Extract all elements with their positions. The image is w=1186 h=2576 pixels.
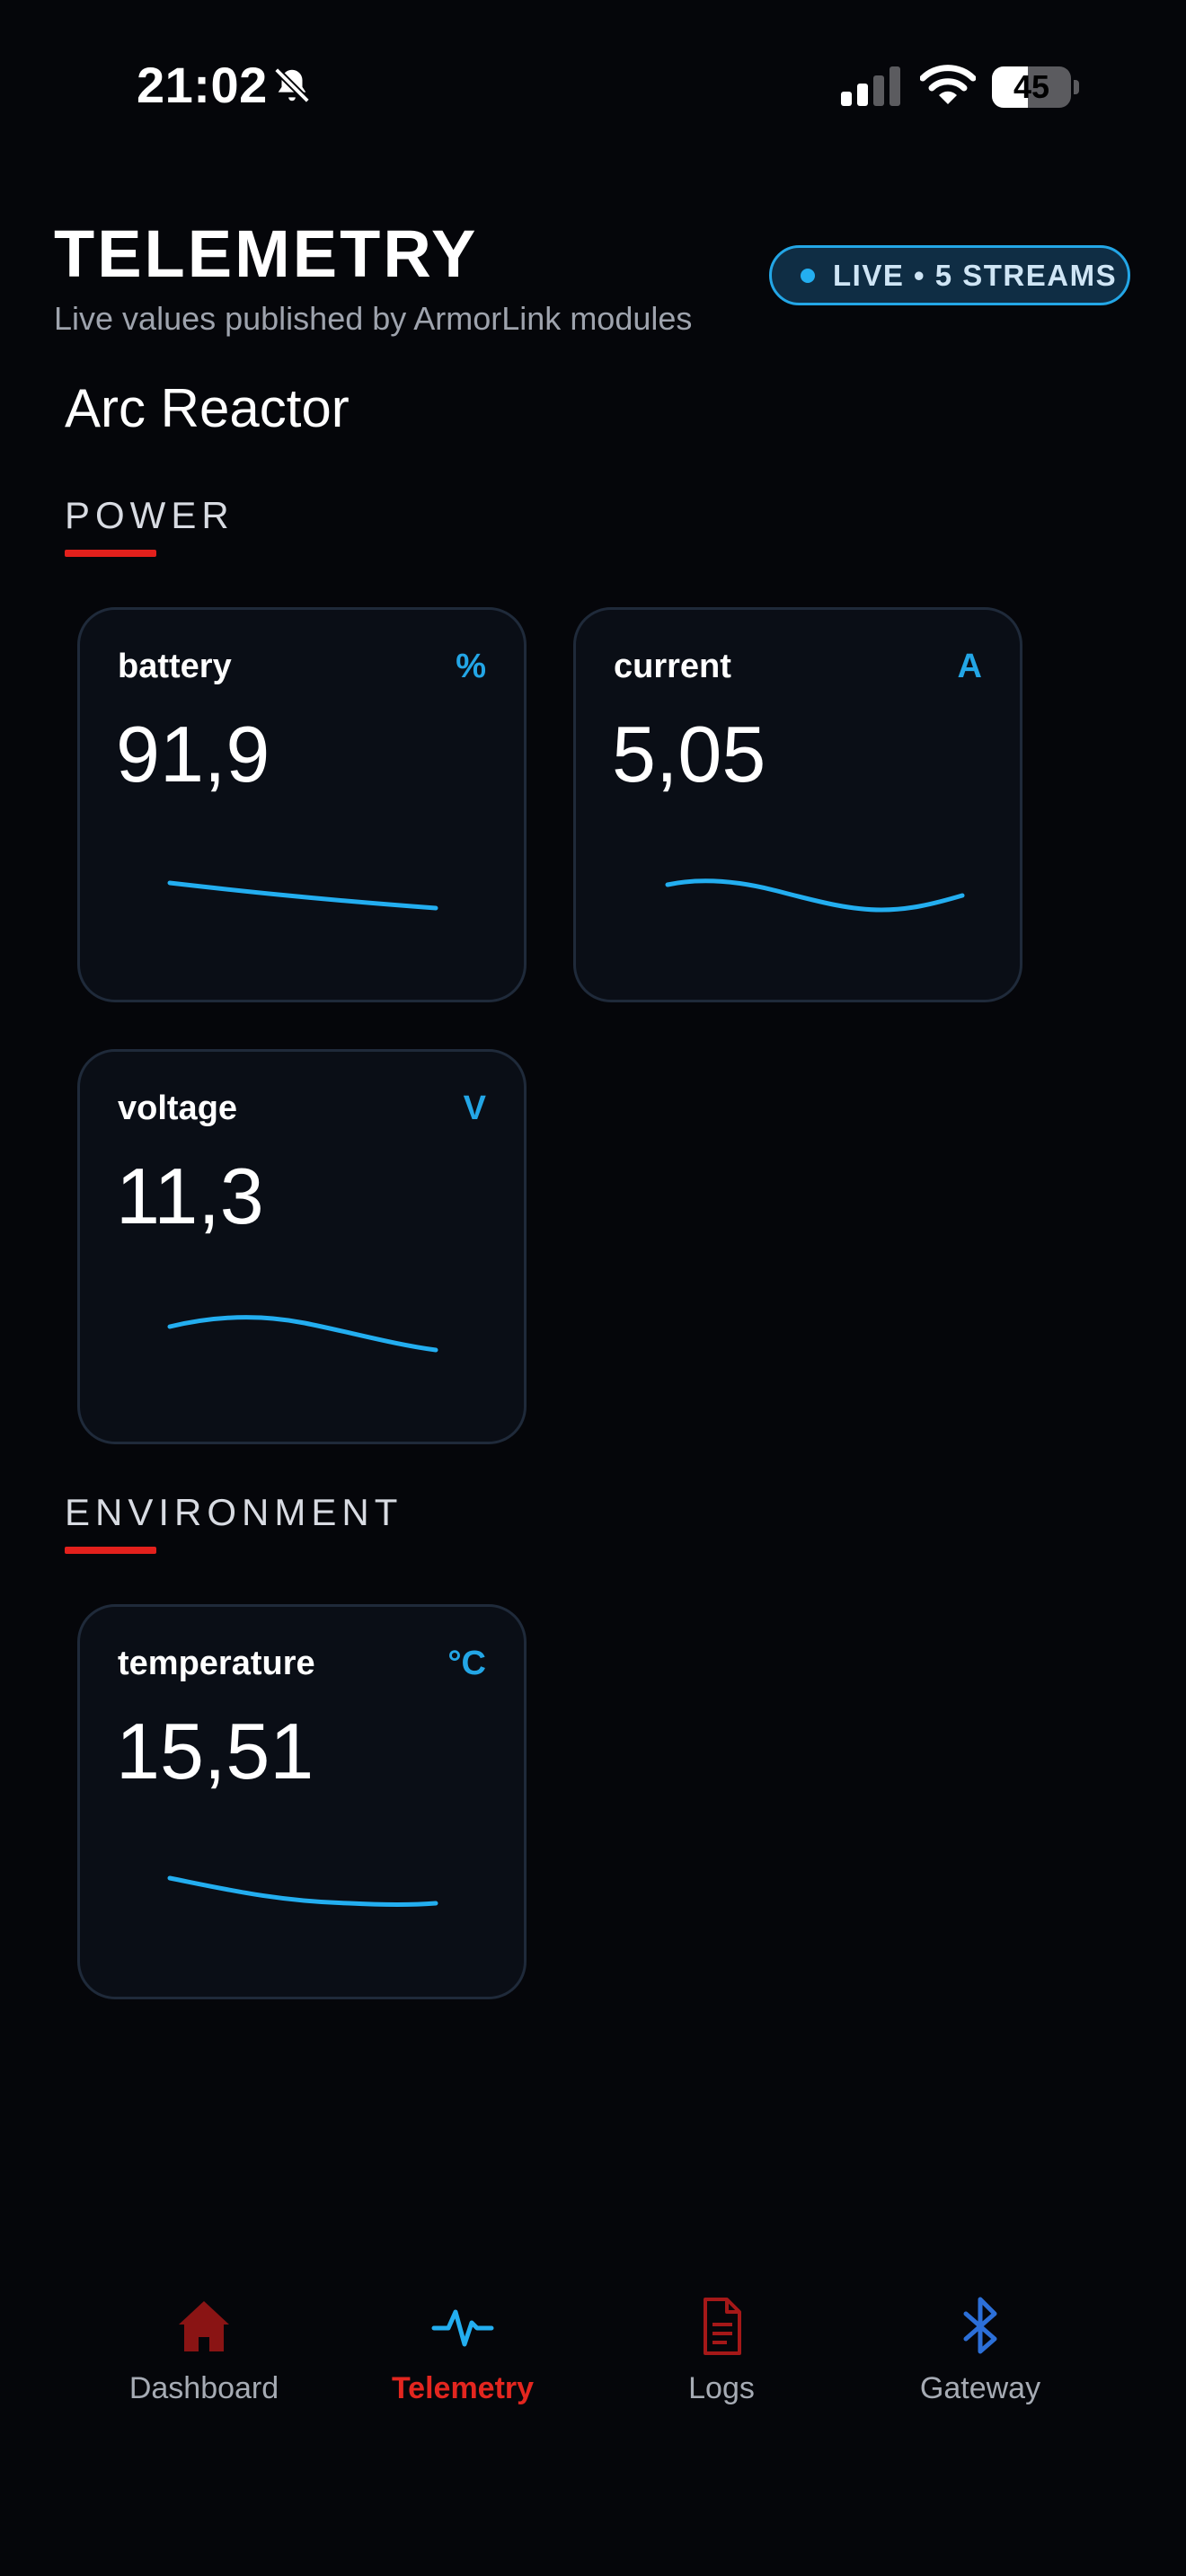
live-streams-badge[interactable]: LIVE • 5 STREAMS — [769, 245, 1130, 305]
tab-telemetry[interactable]: Telemetry — [355, 2281, 571, 2425]
section-underline-environment — [65, 1547, 156, 1554]
metric-name: battery — [118, 648, 232, 685]
live-dot-icon — [801, 268, 815, 283]
metric-unit: V — [463, 1090, 486, 1127]
section-label-power: POWER — [65, 494, 235, 536]
sparkline-line — [665, 878, 965, 913]
metric-name: temperature — [118, 1645, 315, 1682]
metric-unit: % — [456, 648, 486, 685]
battery-level: 45 — [1013, 68, 1050, 105]
metric-card-voltage[interactable]: voltage V 11,3 — [77, 1049, 527, 1444]
sparkline-chart — [167, 1315, 438, 1353]
live-badge-text: LIVE • 5 STREAMS — [833, 258, 1118, 292]
metric-name: voltage — [118, 1090, 238, 1127]
battery-body: 45 — [992, 66, 1071, 108]
tab-gateway[interactable]: Gateway — [872, 2281, 1088, 2425]
tab-label: Gateway — [919, 2371, 1041, 2405]
section-label-environment: ENVIRONMENT — [65, 1491, 403, 1533]
metric-card-temperature[interactable]: temperature °C 15,51 — [77, 1604, 527, 1999]
battery-nub — [1074, 80, 1079, 94]
pulse-icon — [431, 2309, 494, 2347]
sparkline-chart — [665, 878, 965, 913]
tab-label: Telemetry — [391, 2371, 535, 2405]
tab-logs[interactable]: Logs — [614, 2281, 829, 2425]
metric-unit: A — [957, 648, 982, 685]
bluetooth-icon — [963, 2297, 997, 2354]
metric-card-current[interactable]: current A 5,05 — [573, 607, 1022, 1002]
page-title: TELEMETRY — [54, 216, 479, 291]
document-icon — [704, 2298, 741, 2355]
tab-label: Logs — [688, 2371, 755, 2405]
sparkline-line — [167, 880, 438, 911]
battery-indicator: 45 — [992, 66, 1079, 108]
sparkline-line — [167, 1315, 438, 1353]
sparkline-line — [167, 1875, 438, 1907]
metric-value: 11,3 — [116, 1151, 264, 1240]
status-time: 21:02 — [137, 57, 268, 113]
metric-value: 15,51 — [116, 1707, 314, 1795]
cellular-signal-icon — [841, 66, 900, 106]
device-name: Arc Reactor — [65, 378, 350, 438]
tab-dashboard[interactable]: Dashboard — [96, 2281, 312, 2425]
wifi-icon — [920, 65, 976, 104]
page-subtitle: Live values published by ArmorLink modul… — [54, 300, 693, 337]
metric-card-battery[interactable]: battery % 91,9 — [77, 607, 527, 1002]
metric-value: 5,05 — [612, 710, 766, 798]
telemetry-screen: 21:02 45 TELEMETRY Live values published… — [0, 0, 1186, 2576]
section-underline-power — [65, 550, 156, 557]
sparkline-chart — [167, 1875, 438, 1907]
sparkline-chart — [167, 880, 438, 911]
bell-slash-icon — [274, 67, 310, 103]
metric-unit: °C — [447, 1645, 486, 1682]
metric-value: 91,9 — [116, 710, 270, 798]
house-icon — [179, 2301, 229, 2351]
metric-name: current — [614, 648, 731, 685]
tab-label: Dashboard — [128, 2371, 279, 2405]
